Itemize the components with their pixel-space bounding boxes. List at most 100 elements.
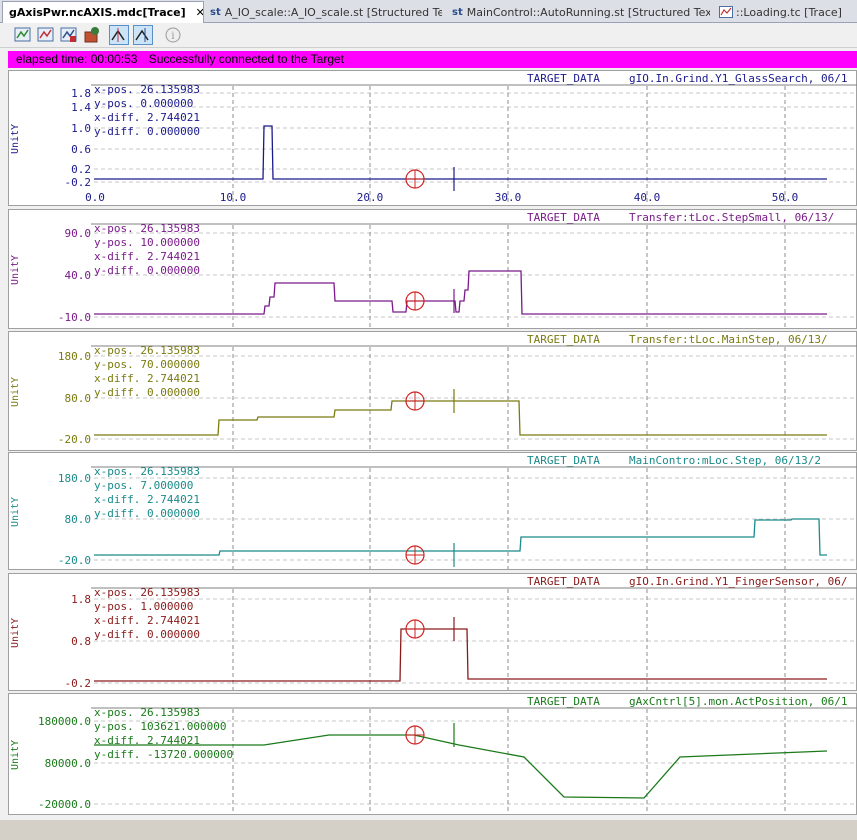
cursor-readout: x-diff. 2.744021	[94, 111, 200, 124]
y-tick-label: -0.2	[65, 176, 92, 189]
tab-trace-gaxispwr[interactable]: gAxisPwr.ncAXIS.mdc[Trace] ✕	[2, 1, 204, 23]
y-tick-label: 1.8	[71, 593, 91, 606]
tab-main-control-autorunning[interactable]: st MainControl::AutoRunning.st [Structur…	[448, 2, 710, 22]
trace-upload-icon[interactable]	[60, 26, 78, 44]
signal-line	[94, 628, 827, 682]
y-tick-label: 180.0	[58, 350, 91, 363]
cursor-readout: x-diff. 2.744021	[94, 493, 200, 506]
trace-chart-1: TARGET_DATA gIO.In.Grind.Y1_GlassSearch, …	[10, 72, 857, 205]
y-tick-label: 1.0	[71, 122, 91, 135]
trace-panel-4[interactable]: TARGET_DATA MainContro:mLoc.Step, 06/13/2…	[8, 452, 857, 570]
cursor-readout: x-diff. 2.744021	[94, 734, 200, 747]
cursor-readout: y-diff. -13720.000000	[94, 748, 233, 761]
close-tab-icon[interactable]: ✕	[196, 6, 203, 19]
y-axis-label: UnitY	[10, 740, 21, 770]
trace-start-icon[interactable]	[14, 26, 32, 44]
trace-source-label: TARGET_DATA	[527, 333, 600, 346]
y-tick-label: 80.0	[65, 513, 92, 526]
trace-chart-4: TARGET_DATA MainContro:mLoc.Step, 06/13/2…	[10, 454, 857, 569]
connection-status: Successfully connected to the Target	[148, 52, 344, 66]
trace-stop-icon[interactable]	[37, 26, 55, 44]
y-tick-label: -0.2	[65, 677, 92, 690]
cursor-readout: x-pos. 26.135983	[94, 344, 200, 357]
y-tick-label: 0.6	[71, 143, 91, 156]
x-tick-label: 10.0	[220, 191, 247, 204]
cursor-readout: x-diff. 2.744021	[94, 614, 200, 627]
cursor-readout: y-pos. 7.000000	[94, 479, 193, 492]
tab-a-io-scale[interactable]: st A_IO_scale::A_IO_scale.st [Structured…	[206, 2, 442, 22]
cursor-readout: y-pos. 1.000000	[94, 600, 193, 613]
trace-chart-3: TARGET_DATA Transfer:tLoc.MainStep, 06/13…	[10, 333, 857, 450]
cursor-readout: y-diff. 0.000000	[94, 125, 200, 138]
cursor-b-icon[interactable]	[133, 25, 153, 45]
trace-source-label: TARGET_DATA	[527, 575, 600, 588]
cursor-readout: y-diff. 0.000000	[94, 628, 200, 641]
y-axis-label: UnitY	[10, 124, 21, 154]
y-tick-label: 0.8	[71, 635, 91, 648]
trace-panel-3[interactable]: TARGET_DATA Transfer:tLoc.MainStep, 06/13…	[8, 331, 857, 451]
cursor-readout: x-pos. 26.135983	[94, 222, 200, 235]
y-tick-label: 1.4	[71, 101, 91, 114]
tab-label: gAxisPwr.ncAXIS.mdc[Trace]	[9, 6, 186, 19]
cursor-readout: y-diff. 0.000000	[94, 507, 200, 520]
y-tick-label: -10.0	[58, 311, 91, 324]
signal-line	[94, 734, 828, 799]
bottom-status-strip	[0, 820, 857, 840]
trace-chart-6: TARGET_DATA gAxCntrl[5].mon.ActPosition, …	[10, 695, 857, 814]
cursor-a-icon[interactable]	[109, 25, 129, 45]
cursor-readout: y-pos. 70.000000	[94, 358, 200, 371]
signal-line	[94, 125, 827, 180]
signal-line	[94, 400, 827, 436]
y-tick-label: 80.0	[65, 392, 92, 405]
trace-source-label: TARGET_DATA	[527, 695, 600, 708]
cursor-readout: x-pos. 26.135983	[94, 706, 200, 719]
trace-panel-5[interactable]: TARGET_DATA gIO.In.Grind.Y1_FingerSensor,…	[8, 573, 857, 691]
cursor-readout: y-pos. 0.000000	[94, 97, 193, 110]
cursor-readout: x-pos. 26.135983	[94, 586, 200, 599]
structured-text-icon: st	[452, 6, 463, 18]
cursor-readout: x-pos. 26.135983	[94, 465, 200, 478]
trace-panel-1[interactable]: TARGET_DATA gIO.In.Grind.Y1_GlassSearch, …	[8, 70, 857, 206]
y-tick-label: 90.0	[65, 227, 92, 240]
y-tick-label: 180.0	[58, 472, 91, 485]
x-tick-label: 30.0	[495, 191, 522, 204]
trace-toolbar: i	[0, 23, 857, 48]
trace-signal-title: Transfer:tLoc.StepSmall, 06/13/	[629, 211, 834, 224]
elapsed-time: elapsed time: 00:00:53	[16, 52, 138, 66]
y-tick-label: 1.8	[71, 87, 91, 100]
trace-panel-2[interactable]: TARGET_DATA Transfer:tLoc.StepSmall, 06/1…	[8, 209, 857, 329]
cursor-readout: x-diff. 2.744021	[94, 372, 200, 385]
editor-tab-bar: gAxisPwr.ncAXIS.mdc[Trace] ✕ st A_IO_sca…	[0, 0, 857, 23]
signal-line	[94, 518, 827, 556]
cursor-readout: x-diff. 2.744021	[94, 250, 200, 263]
y-tick-label: 40.0	[65, 269, 92, 282]
y-axis-label: UnitY	[10, 618, 21, 648]
x-tick-label: 40.0	[634, 191, 661, 204]
trace-signal-title: gAxCntrl[5].mon.ActPosition, 06/1	[629, 695, 848, 708]
y-tick-label: 80000.0	[45, 757, 91, 770]
y-tick-label: -20.0	[58, 433, 91, 446]
trace-panel-6[interactable]: TARGET_DATA gAxCntrl[5].mon.ActPosition, …	[8, 693, 857, 815]
trace-plot-area: TARGET_DATA gIO.In.Grind.Y1_GlassSearch, …	[8, 70, 857, 815]
trace-signal-title: gIO.In.Grind.Y1_FingerSensor, 06/	[629, 575, 848, 588]
x-tick-label: 0.0	[85, 191, 105, 204]
structured-text-icon: st	[210, 6, 221, 18]
trace-file-icon	[719, 6, 733, 18]
trace-source-label: TARGET_DATA	[527, 454, 600, 467]
y-axis-label: UnitY	[10, 497, 21, 527]
trace-signal-title: MainContro:mLoc.Step, 06/13/2	[629, 454, 821, 467]
signal-line	[94, 270, 827, 315]
trace-chart-2: TARGET_DATA Transfer:tLoc.StepSmall, 06/1…	[10, 211, 857, 328]
trace-source-label: TARGET_DATA	[527, 72, 600, 85]
trace-source-label: TARGET_DATA	[527, 211, 600, 224]
cursor-readout: x-pos. 26.135983	[94, 83, 200, 96]
tab-loading-trace[interactable]: ::Loading.tc [Trace]	[716, 2, 857, 22]
y-tick-label: -20.0	[58, 554, 91, 567]
x-tick-label: 20.0	[357, 191, 384, 204]
trace-config-icon[interactable]	[83, 26, 101, 44]
tab-label: ::Loading.tc [Trace]	[736, 5, 842, 19]
y-tick-label: 0.2	[71, 163, 91, 176]
cursor-readout: y-diff. 0.000000	[94, 264, 200, 277]
info-icon[interactable]: i	[164, 26, 182, 44]
svg-text:i: i	[171, 31, 174, 42]
